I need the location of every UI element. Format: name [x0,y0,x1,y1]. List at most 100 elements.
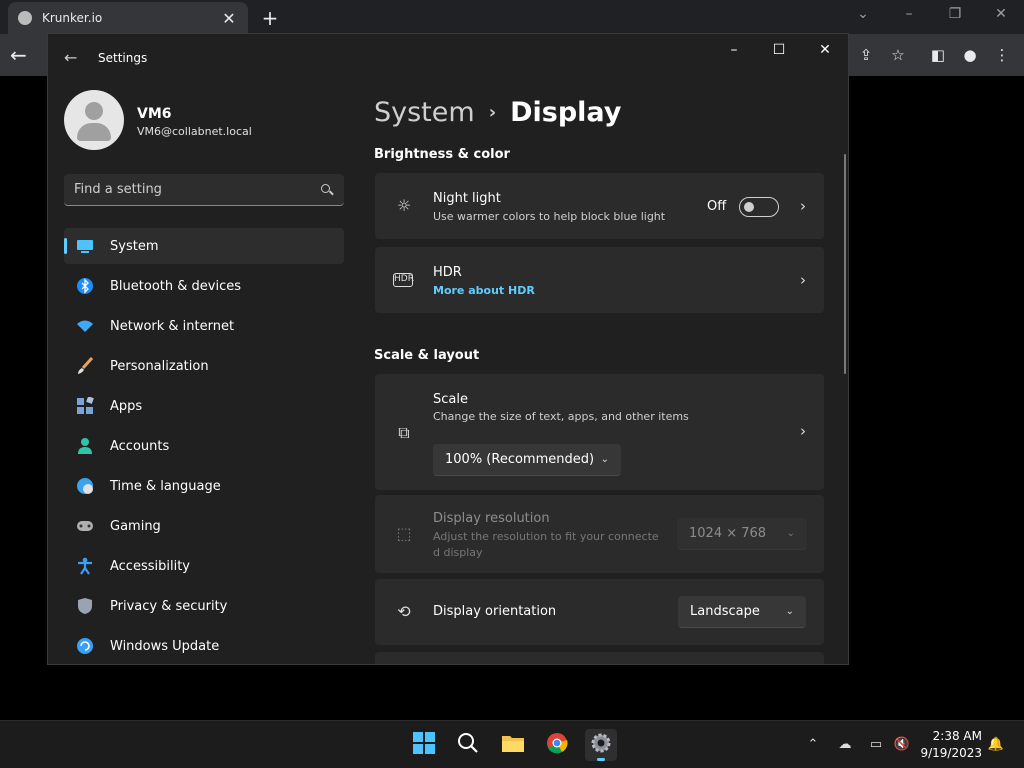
settings-titlebar: ← Settings – ☐ ✕ [48,34,848,82]
user-email: VM6@collabnet.local [137,125,252,138]
nav-label: System [110,238,159,254]
person-icon [76,437,94,455]
scale-icon: ⧉ [398,423,410,442]
volume-muted-icon[interactable]: 🔇 [892,735,912,755]
profile-icon[interactable]: ● [960,45,980,65]
search-icon [457,732,479,758]
settings-sidebar: VM6 VM6@collabnet.local System Bluetooth… [48,82,358,664]
chevron-right-icon[interactable]: › [800,422,806,440]
browser-back-icon[interactable]: ← [10,43,27,67]
nav-item-privacy[interactable]: Privacy & security [64,588,344,624]
search-icon[interactable] [320,183,334,197]
settings-minimize-icon[interactable]: – [722,42,746,62]
night-light-card[interactable]: ☼ Night light Use warmer colors to help … [375,173,824,239]
resolution-icon: ⬚ [396,524,412,543]
scale-value: 100% (Recommended) [445,452,595,467]
tab-close-icon[interactable]: ✕ [220,9,238,28]
nav-label: Gaming [110,518,161,534]
nav-item-personalization[interactable]: Personalization [64,348,344,384]
resolution-dropdown: 1024 × 768 ⌄ [677,518,807,550]
notification-bell-icon[interactable]: 🔔 [986,735,1006,755]
chrome-button[interactable] [541,729,573,761]
update-icon [76,637,94,655]
wifi-icon [76,317,94,335]
browser-minimize-icon[interactable]: – [897,6,921,22]
file-explorer-button[interactable] [497,729,529,761]
settings-close-icon[interactable]: ✕ [813,42,837,62]
nav-item-bluetooth[interactable]: Bluetooth & devices [64,268,344,304]
windows-logo-icon [413,732,435,758]
browser-tab-strip: Krunker.io ✕ + ⌄ – ❐ ✕ [0,0,1024,34]
nav-item-accounts[interactable]: Accounts [64,428,344,464]
tab-search-icon[interactable]: ⌄ [851,6,875,22]
night-light-title: Night light [433,191,501,206]
chevron-down-icon: ⌄ [785,606,794,617]
section-scale-layout: Scale & layout [374,348,480,363]
hdr-link[interactable]: More about HDR [433,284,535,297]
chevron-up-icon[interactable]: ⌃ [803,735,823,755]
nav-label: Bluetooth & devices [110,278,241,294]
chevron-down-icon: ⌄ [786,528,795,539]
page-title: Display [510,96,622,128]
resolution-subtitle-2: d display [433,546,483,559]
search-box[interactable] [64,174,344,206]
resolution-title: Display resolution [433,511,550,526]
night-light-state: Off [707,199,727,214]
start-button[interactable] [408,729,440,761]
breadcrumb-parent[interactable]: System [374,97,475,128]
side-panel-icon[interactable]: ◧ [928,45,948,65]
favicon-icon [18,11,32,25]
shield-icon [76,597,94,615]
avatar[interactable] [64,90,124,150]
nav-label: Windows Update [110,638,220,654]
settings-taskbar-button[interactable] [585,729,617,761]
browser-tab[interactable]: Krunker.io ✕ [8,2,248,34]
new-tab-button[interactable]: + [258,6,282,30]
onedrive-icon[interactable]: ☁ [835,735,855,755]
network-icon[interactable]: ▭ [866,735,886,755]
taskbar-date[interactable]: 9/19/2023 [918,746,982,760]
brush-icon [76,357,94,375]
nav-item-apps[interactable]: Apps [64,388,344,424]
scale-title: Scale [433,392,468,407]
hdr-title: HDR [433,265,462,280]
share-icon[interactable]: ⇪ [856,45,876,65]
scrollbar[interactable] [844,154,846,374]
nav-label: Personalization [110,358,209,374]
next-setting-card[interactable] [375,652,824,664]
brightness-icon: ☼ [396,196,412,215]
nav-item-time-language[interactable]: Time & language [64,468,344,504]
chrome-icon [546,732,568,758]
search-input[interactable] [74,182,320,197]
nav-item-windows-update[interactable]: Windows Update [64,628,344,664]
chevron-right-icon[interactable]: › [800,271,806,289]
orientation-dropdown[interactable]: Landscape ⌄ [678,596,806,628]
browser-close-icon[interactable]: ✕ [989,6,1013,22]
nav-item-gaming[interactable]: Gaming [64,508,344,544]
chevron-right-icon[interactable]: › [800,197,806,215]
nav-item-accessibility[interactable]: Accessibility [64,548,344,584]
nav-item-network[interactable]: Network & internet [64,308,344,344]
browser-menu-icon[interactable]: ⋮ [992,45,1012,65]
nav-label: Accessibility [110,558,190,574]
settings-back-icon[interactable]: ← [64,48,77,67]
orientation-value: Landscape [690,604,760,619]
settings-maximize-icon[interactable]: ☐ [767,42,791,62]
night-light-subtitle: Use warmer colors to help block blue lig… [433,210,666,223]
resolution-value: 1024 × 768 [689,526,767,541]
bookmark-star-icon[interactable]: ☆ [888,45,908,65]
taskbar-time[interactable]: 2:38 AM [930,729,982,743]
monitor-icon [76,237,94,255]
breadcrumb: System › Display [374,92,621,132]
scale-dropdown[interactable]: 100% (Recommended) ⌄ [433,444,621,476]
night-light-toggle[interactable] [739,197,779,217]
taskbar: ⌃ ☁ ▭ 🔇 2:38 AM 9/19/2023 🔔 [0,720,1024,768]
nav-item-system[interactable]: System [64,228,344,264]
scale-subtitle: Change the size of text, apps, and other… [433,410,689,423]
hdr-card[interactable]: HDR HDR More about HDR › [375,247,824,313]
browser-restore-icon[interactable]: ❐ [943,6,967,22]
gamepad-icon [76,517,94,535]
scale-card[interactable]: ⧉ Scale Change the size of text, apps, a… [375,374,824,490]
taskbar-search-button[interactable] [452,729,484,761]
display-resolution-card: ⬚ Display resolution Adjust the resoluti… [375,495,824,573]
